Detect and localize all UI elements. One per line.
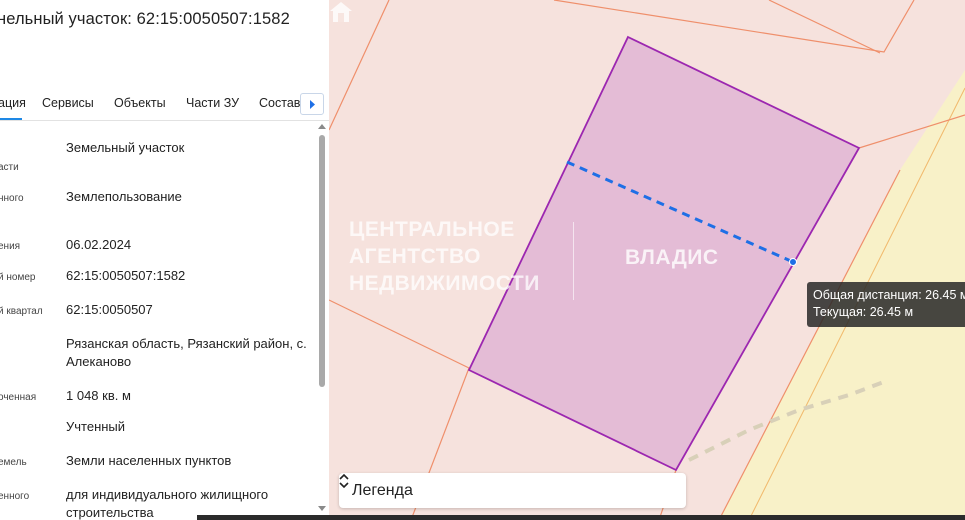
row-value: Учтенный — [66, 419, 126, 434]
tab-parts[interactable]: Части ЗУ — [186, 96, 239, 110]
scroll-down-arrow-icon[interactable] — [318, 506, 326, 511]
tab-services[interactable]: Сервисы — [42, 96, 94, 110]
row-value: Рязанская область, Рязанский район, с. А… — [66, 336, 307, 369]
row-value: 62:15:0050507 — [66, 302, 153, 317]
scrollbar-thumb[interactable] — [319, 135, 325, 387]
watermark-line: АГЕНТСТВО — [349, 245, 482, 268]
row-label: й номер — [0, 272, 36, 283]
row-label: емель — [0, 457, 27, 468]
row-label: асти — [0, 162, 19, 173]
expand-collapse-icon — [339, 473, 349, 489]
tab-composition[interactable]: Состав — [259, 96, 300, 110]
row-label: нного — [0, 193, 24, 204]
map-canvas[interactable]: ЦЕНТРАЛЬНОЕ АГЕНТСТВО НЕДВИЖИМОСТИ ВЛАДИ… — [329, 0, 965, 520]
tabs-scroll-right-button[interactable] — [300, 93, 324, 115]
total-distance-text: Общая дистанция: 26.45 м — [813, 288, 965, 302]
row-value: Земли населенных пунктов — [66, 453, 232, 468]
row-label: ения — [0, 241, 21, 252]
info-panel: нельный участок: 62:15:0050507:1582 ация… — [0, 0, 330, 520]
watermark-divider — [573, 222, 574, 300]
watermark-line: ЦЕНТРАЛЬНОЕ — [349, 218, 515, 241]
house-logo-icon — [330, 2, 352, 22]
tab-information[interactable]: ация — [0, 96, 26, 110]
measure-tooltip: Общая дистанция: 26.45 м Текущая: 26.45 … — [807, 282, 965, 327]
legend-dropdown[interactable]: Легенда — [339, 473, 686, 508]
row-value: 62:15:0050507:1582 — [66, 268, 186, 283]
row-label: оченная — [0, 392, 37, 403]
property-list: асти Земельный участок нного Землепользо… — [0, 120, 316, 520]
watermark-line: НЕДВИЖИМОСТИ — [349, 272, 540, 295]
watermark-agency: ЦЕНТРАЛЬНОЕ АГЕНТСТВО НЕДВИЖИМОСТИ — [349, 216, 540, 297]
measure-point — [789, 258, 797, 266]
current-distance-text: Текущая: 26.45 м — [813, 305, 914, 319]
row-value: 06.02.2024 — [66, 237, 132, 252]
row-label: енного — [0, 491, 30, 502]
page-title: нельный участок: 62:15:0050507:1582 — [0, 10, 290, 28]
row-value: 1 048 кв. м — [66, 388, 131, 403]
row-value: Землепользование — [66, 189, 182, 204]
panel-scrollbar[interactable] — [317, 120, 327, 520]
row-label: й квартал — [0, 306, 43, 317]
row-value: Земельный участок — [66, 140, 185, 155]
watermark-brand: ВЛАДИС — [625, 246, 719, 269]
tab-objects[interactable]: Объекты — [114, 96, 166, 110]
tab-bar: ация Сервисы Объекты Части ЗУ Состав — [0, 92, 329, 121]
legend-label: Легенда — [352, 482, 413, 499]
bottom-dark-bar — [197, 515, 965, 520]
scroll-up-arrow-icon[interactable] — [318, 124, 326, 129]
chevron-right-icon — [310, 100, 315, 109]
